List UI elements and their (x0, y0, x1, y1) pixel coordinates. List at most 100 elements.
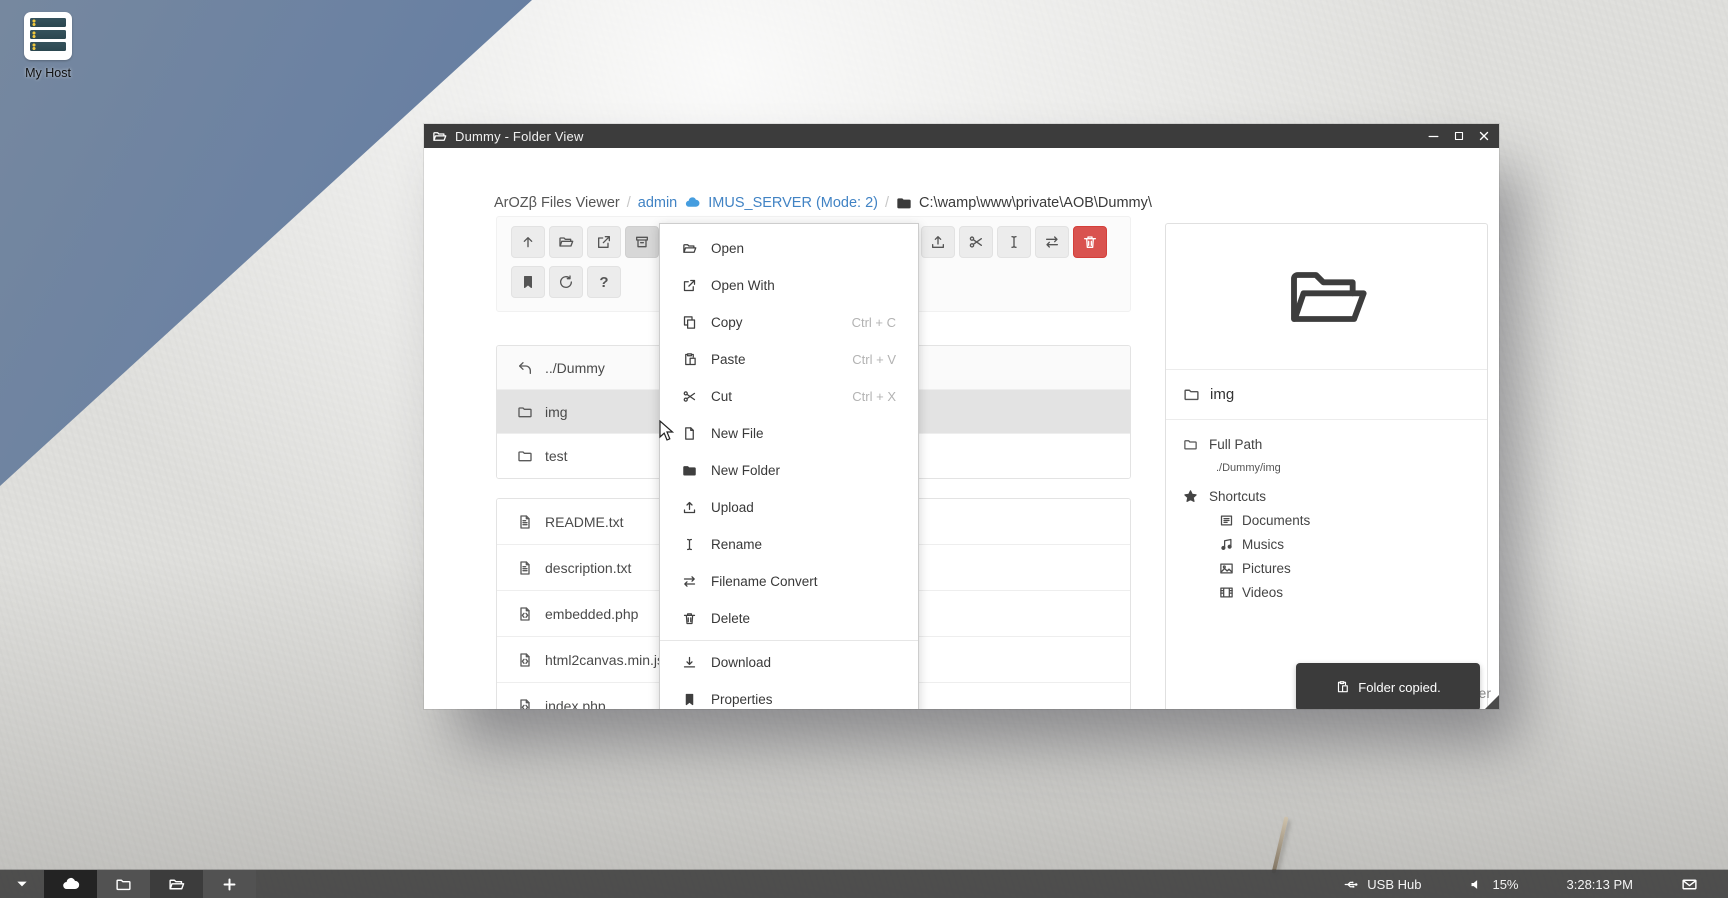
delete-button[interactable] (1073, 226, 1107, 258)
shortcuts-header: Shortcuts (1183, 489, 1487, 504)
full-path-row: Full Path (1183, 437, 1487, 452)
resize-handle[interactable] (1485, 695, 1499, 709)
open-with-button[interactable] (587, 226, 621, 258)
star-icon (1183, 489, 1198, 504)
menu-divider (660, 640, 918, 641)
desktop-icon-my-host[interactable]: My Host (12, 12, 84, 80)
menu-item-properties[interactable]: Properties (660, 681, 918, 709)
external-link-icon (682, 278, 697, 293)
taskbar-add-button[interactable] (203, 870, 256, 898)
archive-button[interactable] (625, 226, 659, 258)
refresh-button[interactable] (549, 266, 583, 298)
menu-item-open[interactable]: Open (660, 230, 918, 267)
download-icon (682, 655, 697, 670)
trash-icon (682, 611, 697, 626)
taskbar-cloud-button[interactable] (44, 870, 97, 898)
shortcut-documents[interactable]: Documents (1183, 513, 1487, 528)
mail-button[interactable] (1681, 876, 1698, 893)
folder-open-icon (168, 876, 185, 893)
music-icon (1219, 537, 1234, 552)
menu-item-filename-convert[interactable]: Filename Convert (660, 563, 918, 600)
plus-icon (221, 876, 238, 893)
maximize-button[interactable] (1451, 129, 1466, 144)
exchange-icon (682, 574, 697, 589)
breadcrumb: ArOZβ Files Viewer / admin IMUS_SERVER (… (494, 194, 1152, 211)
taskbar-folder-open-button[interactable] (150, 870, 203, 898)
taskbar-folder-button[interactable] (97, 870, 150, 898)
folder-open-icon (682, 241, 697, 256)
usb-status[interactable]: USB Hub (1344, 877, 1421, 892)
menu-item-open-with[interactable]: Open With (660, 267, 918, 304)
shortcut-pictures[interactable]: Pictures (1183, 561, 1487, 576)
file-text-icon (517, 560, 533, 576)
menu-item-new-file[interactable]: New File (660, 415, 918, 452)
bookmark-icon (682, 692, 697, 707)
upload-icon (682, 500, 697, 515)
volume-status[interactable]: 15% (1469, 877, 1518, 892)
filename-convert-button[interactable] (1035, 226, 1069, 258)
menu-item-copy[interactable]: CopyCtrl + C (660, 304, 918, 341)
folder-open-icon (1283, 253, 1371, 341)
envelope-icon (1681, 876, 1698, 893)
toast-notification: Folder copied. (1296, 663, 1480, 709)
speaker-icon (1469, 877, 1484, 892)
cloud-icon (61, 874, 81, 894)
menu-item-rename[interactable]: Rename (660, 526, 918, 563)
breadcrumb-app: ArOZβ Files Viewer (494, 195, 620, 211)
question-icon: ? (599, 274, 608, 291)
cloud-icon (684, 194, 701, 211)
breadcrumb-user-link[interactable]: admin (638, 195, 678, 211)
properties-button[interactable] (511, 266, 545, 298)
menu-item-cut[interactable]: CutCtrl + X (660, 378, 918, 415)
clock: 3:28:13 PM (1567, 877, 1634, 892)
menu-item-paste[interactable]: PasteCtrl + V (660, 341, 918, 378)
file-code-icon (517, 652, 533, 668)
toast-message: Folder copied. (1358, 680, 1440, 695)
newspaper-icon (1219, 513, 1234, 528)
window-content: ArOZβ Files Viewer / admin IMUS_SERVER (… (424, 148, 1499, 709)
caret-down-icon (14, 876, 30, 892)
help-button[interactable]: ? (587, 266, 621, 298)
paste-icon (682, 352, 697, 367)
taskbar-expand-button[interactable] (0, 870, 44, 898)
rename-button[interactable] (997, 226, 1031, 258)
ibeam-icon (682, 537, 697, 552)
window-title: Dummy - Folder View (455, 129, 584, 144)
scissors-icon (682, 389, 697, 404)
menu-item-new-folder[interactable]: New Folder (660, 452, 918, 489)
menu-item-delete[interactable]: Delete (660, 600, 918, 637)
shortcut-videos[interactable]: Videos (1183, 585, 1487, 600)
server-icon (24, 12, 72, 60)
file-text-icon (517, 514, 533, 530)
menu-item-upload[interactable]: Upload (660, 489, 918, 526)
paste-icon (1335, 680, 1349, 694)
folder-icon (517, 404, 533, 420)
picture-icon (1219, 561, 1234, 576)
film-icon (1219, 585, 1234, 600)
file-icon (682, 426, 697, 441)
folder-icon (1183, 437, 1198, 452)
folder-view-window: Dummy - Folder View ArOZβ Files Viewer /… (424, 124, 1499, 709)
titlebar[interactable]: Dummy - Folder View (424, 124, 1499, 148)
selected-item-name-row: img (1166, 370, 1487, 420)
minimize-button[interactable] (1426, 129, 1441, 144)
file-code-icon (517, 606, 533, 622)
system-tray: USB Hub 15% 3:28:13 PM (1296, 870, 1728, 898)
desktop-twig (1272, 816, 1289, 873)
file-code-icon (517, 698, 533, 709)
open-button[interactable] (549, 226, 583, 258)
folder-icon (896, 195, 912, 211)
breadcrumb-server-link[interactable]: IMUS_SERVER (Mode: 2) (708, 195, 878, 211)
copy-icon (682, 315, 697, 330)
mouse-cursor-icon (658, 420, 678, 442)
cut-button[interactable] (959, 226, 993, 258)
taskbar: USB Hub 15% 3:28:13 PM (0, 870, 1728, 898)
folder-icon (1183, 386, 1200, 403)
upload-button[interactable] (921, 226, 955, 258)
preview-area (1166, 224, 1487, 370)
desktop-icon-label: My Host (12, 66, 84, 80)
close-button[interactable] (1476, 129, 1491, 144)
menu-item-download[interactable]: Download (660, 644, 918, 681)
shortcut-musics[interactable]: Musics (1183, 537, 1487, 552)
up-directory-button[interactable] (511, 226, 545, 258)
